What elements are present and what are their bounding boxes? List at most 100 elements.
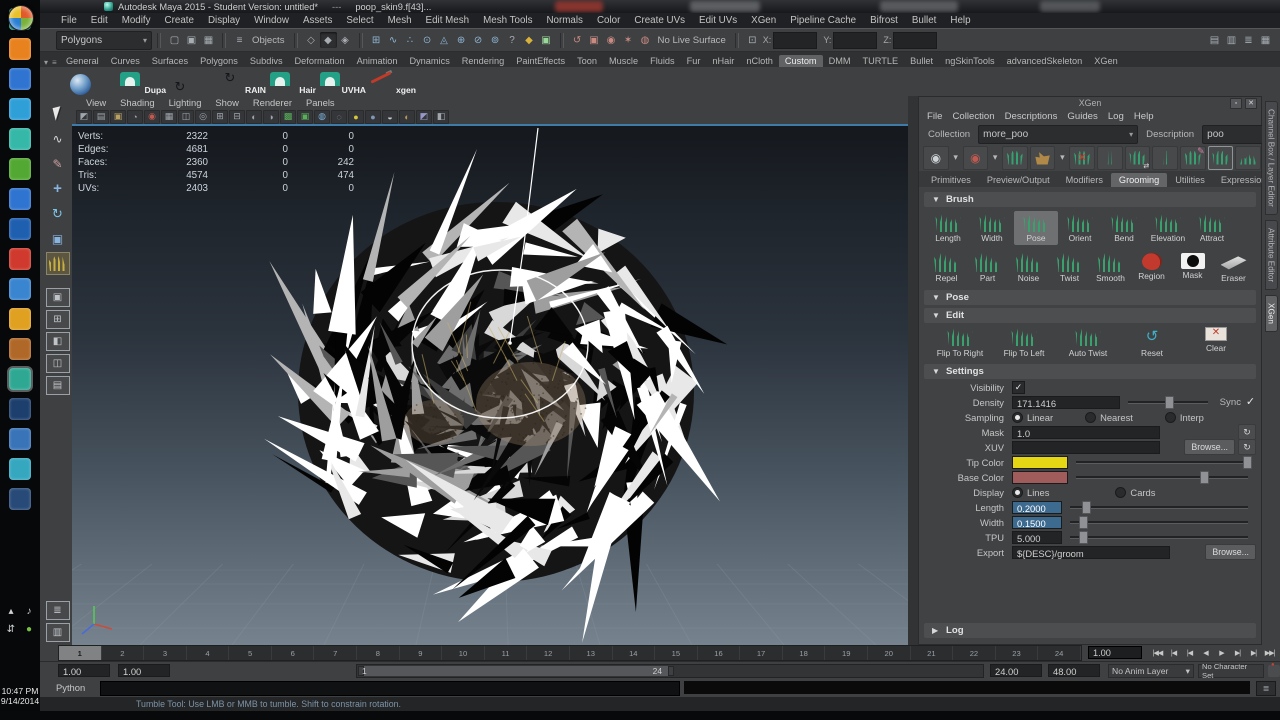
select-by-hierarchy-icon[interactable]: ◇ [303,32,320,48]
menu-item[interactable]: Assets [296,15,339,26]
5[interactable]: 5 [229,646,272,660]
command-language-label[interactable]: Python [56,682,85,693]
duplicate-guide-icon[interactable] [1152,145,1178,170]
objects-menu-icon[interactable]: ≡ [231,32,248,48]
highlight-selection-icon[interactable]: ▣ [538,32,555,48]
xgen-tab[interactable]: Primitives [923,173,979,187]
taskbar-app-icon[interactable] [9,488,31,510]
18[interactable]: 18 [783,646,826,660]
multisample-icon[interactable]: ◩ [416,109,432,124]
taskbar-app-icon[interactable] [9,128,31,150]
taskbar-app-icon[interactable] [9,68,31,90]
taskbar-app-icon[interactable] [9,38,31,60]
log-section-header[interactable]: ▶ Log [924,623,1256,638]
brush-tool-button[interactable]: Smooth [1090,251,1131,285]
preview-menu-caret[interactable] [951,147,961,169]
width-field[interactable]: 0.1500 [1012,515,1062,529]
taskbar-app-icon[interactable] [9,398,31,420]
menu-item[interactable]: Pipeline Cache [783,15,863,26]
help-icon[interactable]: ? [504,32,521,48]
character-set-dropdown[interactable]: No Character Set [1198,662,1264,680]
network-icon[interactable]: ⇵ [4,622,18,636]
menu-item[interactable]: Color [590,15,627,26]
shelf-menu-icon[interactable]: ▾ [44,58,52,67]
channel-box-toggle-icon[interactable]: ▦ [1257,32,1274,48]
rotate-tool[interactable] [46,202,70,225]
textured-icon[interactable]: ◍ [314,109,330,124]
panel-menu-item[interactable]: Renderer [247,97,298,108]
xgen-menu-item[interactable]: Guides [1065,111,1105,122]
sampling-radio[interactable]: Interp [1164,411,1204,423]
xuv-field[interactable] [1012,440,1160,454]
brush-tool-button[interactable]: Eraser [1213,251,1254,285]
gate-mask-icon[interactable]: ◐ [246,109,262,124]
selection-mode-dropdown[interactable]: Polygons ▾ [56,30,152,50]
snap-rotate-icon[interactable]: ⊚ [487,32,504,48]
snap-together-icon[interactable]: ⊕ [453,32,470,48]
use-default-material-icon[interactable]: ◌ [331,109,347,124]
camera-attributes-icon[interactable]: ▣ [110,109,126,124]
make-live-icon[interactable]: ◬ [436,32,453,48]
15[interactable]: 15 [655,646,698,660]
tpu-field[interactable]: 5.000 [1012,530,1062,544]
side-tab[interactable]: Channel Box / Layer Editor [1264,101,1278,215]
panel-menu-item[interactable]: Shading [114,97,160,108]
script-editor-icon[interactable]: ≣ [1256,681,1276,696]
8[interactable]: 8 [357,646,400,660]
volume-icon[interactable]: ♪ [22,604,36,618]
edit-section-header[interactable]: ▼ Edit [924,308,1256,323]
menu-item[interactable]: Help [943,15,977,26]
taskbar-app-icon[interactable] [9,248,31,270]
menu-item[interactable]: Edit [84,15,115,26]
density-field[interactable]: 171.1416 [1012,395,1120,409]
menu-item[interactable]: Bullet [905,15,944,26]
xgen-menu-item[interactable]: File [925,111,950,122]
clear-preview-caret[interactable] [990,147,1000,169]
tpu-slider[interactable] [1070,530,1248,544]
brush-tool-button[interactable]: Pose [1014,211,1058,245]
16[interactable]: 16 [698,646,741,660]
19[interactable]: 19 [825,646,868,660]
shelf-tab[interactable]: Animation [351,55,404,67]
snap-view-icon[interactable]: ⊘ [470,32,487,48]
paint-select-tool[interactable] [46,152,70,175]
side-tab[interactable]: XGen [1264,295,1278,332]
shelf-tab[interactable]: Curves [105,55,146,67]
length-field[interactable]: 0.2000 [1012,500,1062,514]
select-by-object-icon[interactable]: ◆ [319,32,337,48]
wireframe-on-shaded-icon[interactable]: ▣ [297,109,313,124]
shelf-tab[interactable]: Dynamics [403,55,455,67]
2d-pan-zoom-icon[interactable]: ◫ [178,109,194,124]
persp-graph-layout-button[interactable]: ◫ [45,354,70,373]
brush-tool-button[interactable]: Mask [1172,251,1213,285]
side-tab[interactable]: Attribute Editor [1264,219,1278,291]
panel-menu-item[interactable]: View [80,97,112,108]
isolate-select-icon[interactable]: ◧ [433,109,449,124]
10[interactable]: 10 [442,646,485,660]
export-browse-button[interactable]: Browse... [1205,544,1256,560]
base-color-swatch[interactable] [1012,470,1068,484]
open-scene-icon[interactable]: ▣ [183,32,200,48]
taskbar-app-icon[interactable] [9,428,31,450]
export-caret[interactable] [1057,147,1067,169]
undock-button[interactable]: ▫ [1230,98,1242,109]
shelf-tab[interactable]: nCloth [740,55,779,67]
shelf-tab[interactable]: Rendering [456,55,510,67]
sync-checkbox[interactable]: ✓ [1245,396,1256,408]
four-pane-layout-button[interactable]: ⊞ [45,310,70,329]
animation-end-field[interactable]: 48.00 [1048,664,1100,677]
shelf-tab[interactable]: Subdivs [244,55,289,67]
brush-tool-button[interactable]: Twist [1049,251,1090,285]
display-radio[interactable]: Lines [1012,486,1049,498]
6[interactable]: 6 [272,646,315,660]
view-compass-icon[interactable]: ▦ [161,109,177,124]
tool-settings-toggle-icon[interactable]: ≣ [1240,32,1257,48]
spare-layout-button[interactable]: ▥ [45,623,70,642]
shelf-tab[interactable]: Deformation [289,55,351,67]
shadows-icon[interactable]: ● [365,109,381,124]
brush-tool-button[interactable]: Elevation [1146,211,1190,245]
move-tool[interactable] [46,177,70,200]
snap-to-point-icon[interactable]: ∴ [402,32,419,48]
shelf-tab[interactable]: Bullet [904,55,939,67]
snap-to-projected-center-icon[interactable]: ⊙ [419,32,436,48]
